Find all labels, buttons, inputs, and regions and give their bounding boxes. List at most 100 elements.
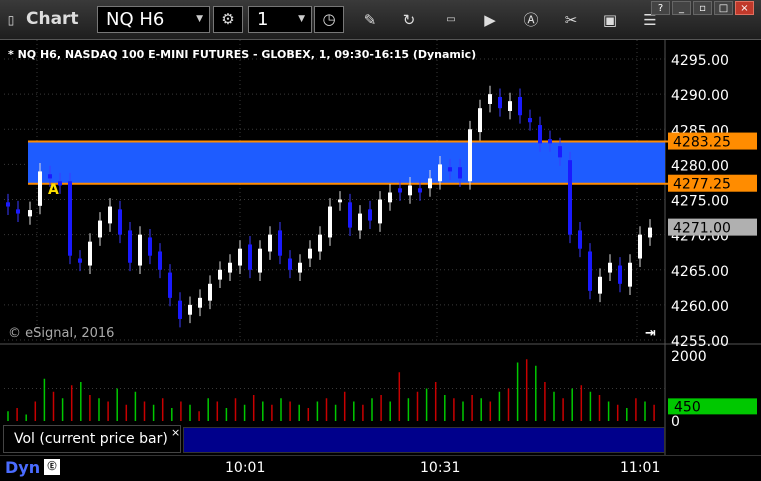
time-axis-bar: Dyn Ⓔ 10:01 10:31 11:01 [0, 455, 761, 481]
interval-field[interactable]: 1 ▼ [248, 6, 312, 33]
candle-body [618, 265, 622, 284]
volume-study-label[interactable]: Vol (current price bar) [3, 425, 181, 453]
candle-body [468, 129, 472, 182]
candle-body [478, 108, 482, 133]
candle-body [398, 188, 402, 193]
candle-body [258, 248, 262, 273]
candle-body [558, 146, 562, 158]
app-title: Chart [26, 9, 79, 29]
price-tick-label: 4265.00 [671, 264, 729, 280]
candle-body [538, 125, 542, 144]
price-tick-label: 4290.00 [671, 88, 729, 104]
interval-value: 1 [257, 9, 269, 30]
candle-body [118, 209, 122, 235]
volume-tick-label: 0 [671, 414, 680, 430]
candle-body [328, 206, 332, 238]
candle-body [508, 101, 512, 112]
volume-study-bar [183, 427, 665, 453]
snapshot-camera-icon[interactable]: ▣ [598, 8, 622, 32]
minimize-button[interactable]: _ [672, 1, 691, 15]
last-volume-tag: 450 [674, 399, 701, 415]
candle-body [438, 164, 442, 182]
candle-body [188, 304, 192, 315]
price-tick-label: 4260.00 [671, 299, 729, 315]
price-tick-label: 4280.00 [671, 158, 729, 174]
candle-body [108, 206, 112, 224]
candle-body [48, 174, 52, 179]
candle-body [228, 262, 232, 273]
candle-body [98, 220, 102, 238]
candle-body [28, 210, 32, 217]
price-volume-chart[interactable]: 4295.004290.004285.004280.004275.004270.… [0, 40, 761, 455]
candle-body [218, 269, 222, 280]
candle-body [158, 251, 162, 270]
candle-body [488, 94, 492, 104]
dynamic-mode-label[interactable]: Dyn [5, 458, 40, 477]
candle-body [498, 96, 502, 109]
candle-body [368, 209, 372, 221]
candle-body [88, 241, 92, 266]
zone-lower-price-tag: 4277.25 [673, 177, 731, 193]
candle-body [138, 234, 142, 266]
candle-body [168, 272, 172, 298]
replay-play-icon[interactable]: ▶ [478, 8, 502, 32]
restore-button[interactable]: ▫ [693, 1, 712, 15]
candle-body [588, 251, 592, 291]
candle-body [418, 188, 422, 193]
candle-body [318, 234, 322, 252]
volume-study-close-icon[interactable]: × [171, 426, 180, 439]
alerts-icon[interactable]: Ⓐ [519, 8, 543, 32]
quote-window-icon[interactable]: ▭ [439, 8, 463, 32]
candle-body [6, 202, 10, 207]
interval-dropdown-arrow-icon[interactable]: ▼ [298, 7, 305, 32]
time-label-1001: 10:01 [225, 460, 266, 476]
candle-body [518, 96, 522, 116]
candle-body [648, 227, 652, 238]
close-button[interactable]: × [735, 1, 754, 15]
candle-body [68, 181, 72, 256]
go-to-end-icon[interactable]: ⇥ [645, 326, 656, 341]
candle-body [78, 258, 82, 263]
candle-body [238, 248, 242, 266]
candle-body [568, 160, 572, 235]
candle-body [178, 300, 182, 319]
candle-body [548, 139, 552, 144]
candle-body [408, 185, 412, 196]
dynamic-mode-icon[interactable]: Ⓔ [44, 459, 60, 475]
candle-body [268, 234, 272, 252]
candle-body [198, 297, 202, 308]
candle-body [278, 230, 282, 256]
candle-body [16, 209, 20, 214]
help-button[interactable]: ? [651, 1, 670, 15]
last-price-tag: 4271.00 [673, 221, 731, 237]
candle-body [298, 262, 302, 273]
time-template-clock-icon[interactable]: ◷ [314, 6, 344, 33]
candle-body [578, 230, 582, 249]
chart-subtitle: * NQ H6, NASDAQ 100 E-MINI FUTURES - GLO… [8, 48, 477, 61]
time-label-1101: 11:01 [620, 460, 661, 476]
symbol-field[interactable]: NQ H6 ▼ [97, 6, 210, 33]
candle-body [358, 213, 362, 231]
studies-icon[interactable]: ↻ [397, 8, 421, 32]
candle-body [458, 167, 462, 179]
candle-body [448, 167, 452, 172]
candle-body [608, 262, 612, 273]
draw-pencil-icon[interactable]: ✎ [358, 8, 382, 32]
price-tick-label: 4255.00 [671, 334, 729, 350]
symbol-dropdown-arrow-icon[interactable]: ▼ [196, 7, 203, 32]
candle-body [528, 118, 532, 123]
tools-icon[interactable]: ✂ [559, 8, 583, 32]
zone-upper-price-tag: 4283.25 [673, 135, 731, 151]
chart-window-grip-icon[interactable]: ▯ [4, 10, 18, 30]
candle-body [638, 234, 642, 259]
candle-body [598, 276, 602, 294]
price-tick-label: 4295.00 [671, 53, 729, 69]
candle-body [378, 199, 382, 224]
marker-a-label: A [48, 182, 59, 198]
candle-body [348, 202, 352, 228]
candle-body [428, 178, 432, 189]
symbol-settings-gear-icon[interactable]: ⚙ [213, 6, 243, 33]
candle-body [388, 192, 392, 203]
maximize-button[interactable]: □ [714, 1, 733, 15]
price-tick-label: 4275.00 [671, 194, 729, 210]
